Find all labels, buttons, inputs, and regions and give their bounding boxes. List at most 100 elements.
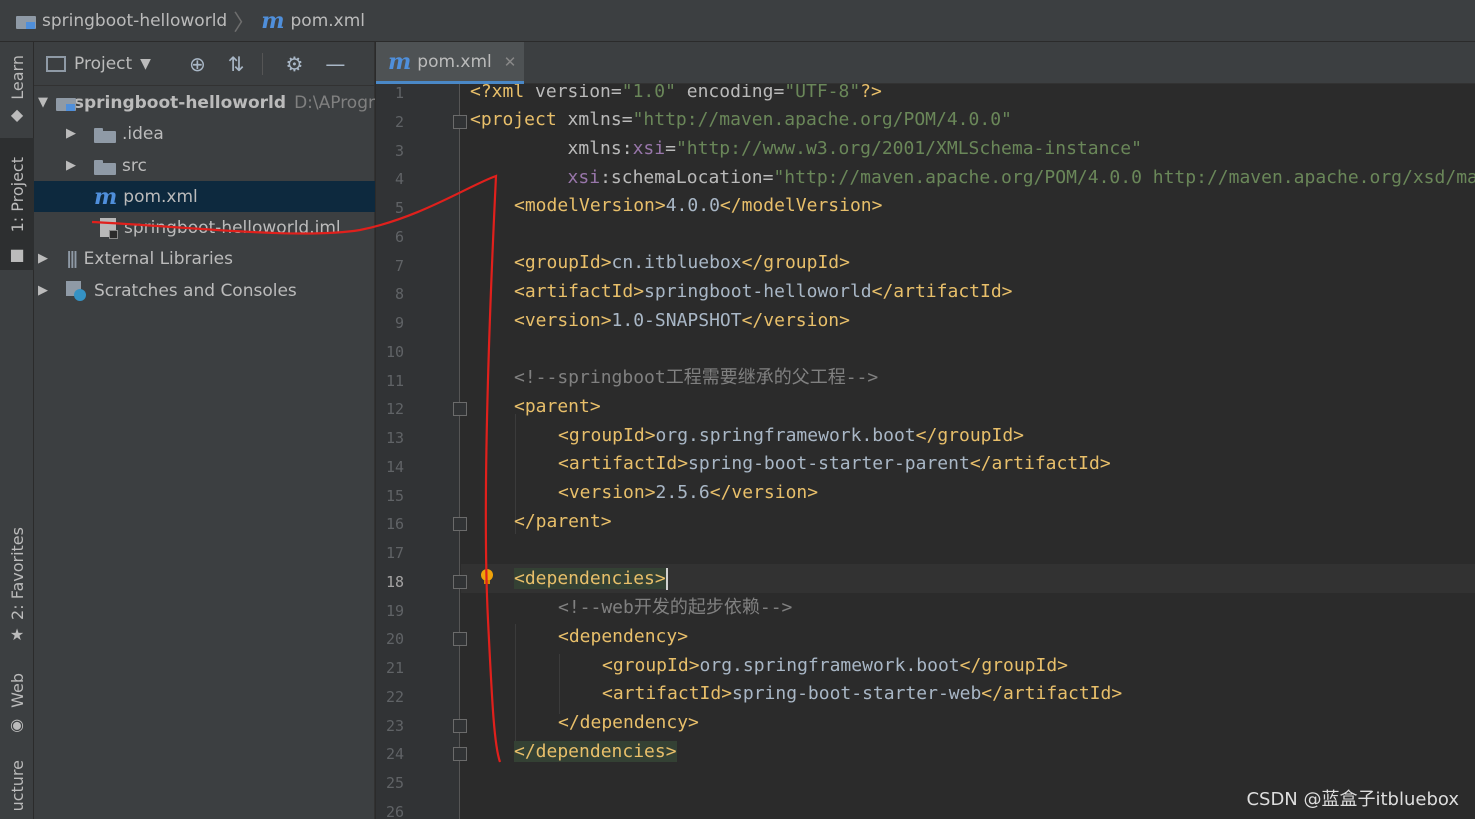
line-number: 3 xyxy=(394,141,404,160)
code-line-3: xmlns:xsi="http://www.w3.org/2001/XMLSch… xyxy=(470,134,1142,163)
tree-item-src[interactable]: ▶ src xyxy=(34,150,375,181)
line-number: 22 xyxy=(385,687,404,706)
maven-file-icon: m xyxy=(94,183,118,210)
code-token: </groupId> xyxy=(741,252,850,273)
indent-guide xyxy=(559,654,560,714)
collapsed-arrow-icon[interactable]: ▶ xyxy=(66,158,80,173)
locate-file-icon[interactable]: ⊕ xyxy=(189,52,206,76)
code-token: ?> xyxy=(860,84,882,102)
line-number: 8 xyxy=(394,285,404,304)
code-token: 4.0.0 xyxy=(665,195,720,216)
code-token: org.springframework.boot xyxy=(655,425,916,446)
code-token: version xyxy=(535,84,611,102)
code-line-13: <groupId>org.springframework.boot</group… xyxy=(558,421,1024,450)
breadcrumb-file[interactable]: m pom.xml xyxy=(261,10,365,32)
gear-icon[interactable]: ⚙ xyxy=(285,52,303,76)
tool-tab-structure-label: ucture xyxy=(7,759,27,812)
code-token: spring-boot-starter-web xyxy=(732,683,982,704)
code-token: 2.5.6 xyxy=(655,482,710,503)
collapsed-arrow-icon[interactable]: ▶ xyxy=(66,126,80,141)
tree-item-iml[interactable]: springboot-helloworld.iml xyxy=(34,212,375,243)
line-number: 25 xyxy=(385,774,404,792)
close-icon[interactable]: ✕ xyxy=(504,53,517,71)
line-number: 16 xyxy=(385,515,404,534)
tree-root-label: springboot-helloworld xyxy=(73,92,287,113)
tree-item-pom[interactable]: m pom.xml xyxy=(34,181,375,212)
code-token: <groupId> xyxy=(602,655,700,676)
code-line-18: <dependencies> xyxy=(514,564,668,593)
globe-icon: ◉ xyxy=(10,715,24,734)
chevron-down-icon[interactable]: ▼ xyxy=(140,56,151,72)
tree-item-label: pom.xml xyxy=(123,186,198,207)
tab-pom-xml[interactable]: m pom.xml ✕ xyxy=(376,42,524,84)
hide-panel-icon[interactable]: — xyxy=(325,52,345,76)
tool-tab-structure[interactable]: ucture xyxy=(0,752,34,819)
code-token: <modelVersion> xyxy=(514,195,666,216)
tool-tab-favorites[interactable]: 2: Favorites ★ xyxy=(0,516,34,648)
code-token: </modelVersion> xyxy=(719,195,883,216)
breadcrumb-file-label: pom.xml xyxy=(290,10,366,31)
code-token: = xyxy=(610,84,622,102)
code-token: spring-boot-starter-parent xyxy=(688,453,970,474)
project-tool-window: Project ▼ ⊕ ⇅ ⚙ — ▼ springboot-helloworl… xyxy=(34,42,375,819)
line-number-gutter: 1 2 3 4 5 6 7 8 9 10 11 12 13 14 15 16 17 18 19 20 21 22 23 24 2… xyxy=(376,84,467,819)
code-token: </version> xyxy=(709,482,819,503)
editor-tab-bar: m pom.xml ✕ xyxy=(376,42,1475,84)
breadcrumb-separator: 〉 xyxy=(233,10,256,36)
code-token: <dependency> xyxy=(558,626,689,647)
collapsed-arrow-icon[interactable]: ▶ xyxy=(38,283,52,298)
line-number: 17 xyxy=(385,544,404,562)
fold-marker-icon[interactable] xyxy=(453,402,467,417)
expanded-arrow-icon[interactable]: ▼ xyxy=(38,95,48,110)
fold-marker-icon[interactable] xyxy=(453,517,467,532)
project-view-selector[interactable]: Project xyxy=(74,54,132,74)
code-token: </groupId> xyxy=(959,655,1069,676)
collapsed-arrow-icon[interactable]: ▶ xyxy=(38,251,52,266)
code-line-4: xsi:schemaLocation="http://maven.apache.… xyxy=(470,163,1475,192)
line-number: 20 xyxy=(385,630,404,649)
tool-tab-learn[interactable]: Learn ◆ xyxy=(0,42,34,128)
code-token: = xyxy=(773,84,785,102)
code-line-16: </parent> xyxy=(514,507,612,536)
tree-item-root[interactable]: ▼ springboot-helloworld D:\AProgr xyxy=(34,87,375,118)
fold-marker-icon[interactable] xyxy=(453,718,467,733)
line-number: 12 xyxy=(385,400,404,419)
fold-marker-icon[interactable] xyxy=(453,574,467,589)
code-line-1: <?xml version="1.0" encoding="UTF-8"?> xyxy=(470,84,882,106)
fold-marker-icon[interactable] xyxy=(453,747,467,762)
tree-item-libraries[interactable]: ▶ ||| External Libraries xyxy=(34,243,375,274)
tree-item-idea[interactable]: ▶ .idea xyxy=(34,118,375,149)
code-line-5: <modelVersion>4.0.0</modelVersion> xyxy=(514,191,882,220)
code-token: <project xyxy=(470,109,568,130)
line-number: 13 xyxy=(385,429,404,447)
breadcrumb-project[interactable]: springboot-helloworld xyxy=(16,11,227,31)
collapse-all-icon[interactable]: ⇅ xyxy=(228,52,245,76)
project-view-icon xyxy=(46,55,66,72)
line-number: 4 xyxy=(394,170,404,189)
tool-tab-web[interactable]: Web ◉ xyxy=(0,664,34,736)
line-number: 19 xyxy=(385,601,404,620)
scratches-icon xyxy=(66,280,86,301)
code-token: </dependency> xyxy=(558,712,699,733)
code-token: </artifactId> xyxy=(981,683,1123,704)
code-token: = xyxy=(621,109,633,130)
code-token: encoding xyxy=(675,84,774,102)
maven-file-icon: m xyxy=(388,48,412,75)
fold-marker-icon[interactable] xyxy=(453,114,467,129)
fold-marker-icon[interactable] xyxy=(453,632,467,647)
tool-tab-project[interactable]: 1: Project ■ xyxy=(0,138,34,270)
line-number: 5 xyxy=(394,199,404,217)
code-editor[interactable]: 1 2 3 4 5 6 7 8 9 10 11 12 13 14 15 16 17 18 19 20 21 22 23 24 2… xyxy=(376,84,1475,819)
lightbulb-icon[interactable] xyxy=(479,568,495,586)
code-comment: <!--web开发的起步依赖--> xyxy=(558,597,793,618)
tree-item-scratches[interactable]: ▶ Scratches and Consoles xyxy=(34,275,375,306)
project-toolbar: Project ▼ ⊕ ⇅ ⚙ — xyxy=(34,42,374,86)
code-line-19: <!--web开发的起步依赖--> xyxy=(558,593,792,622)
code-token: : xyxy=(621,138,633,159)
line-number: 23 xyxy=(385,716,404,735)
code-line-15: <version>2.5.6</version> xyxy=(558,478,818,507)
tree-item-label: src xyxy=(122,155,147,176)
code-token: "http://www.w3.org/2001/XMLSchema-instan… xyxy=(675,138,1142,159)
code-line-24: </dependencies> xyxy=(514,737,677,766)
